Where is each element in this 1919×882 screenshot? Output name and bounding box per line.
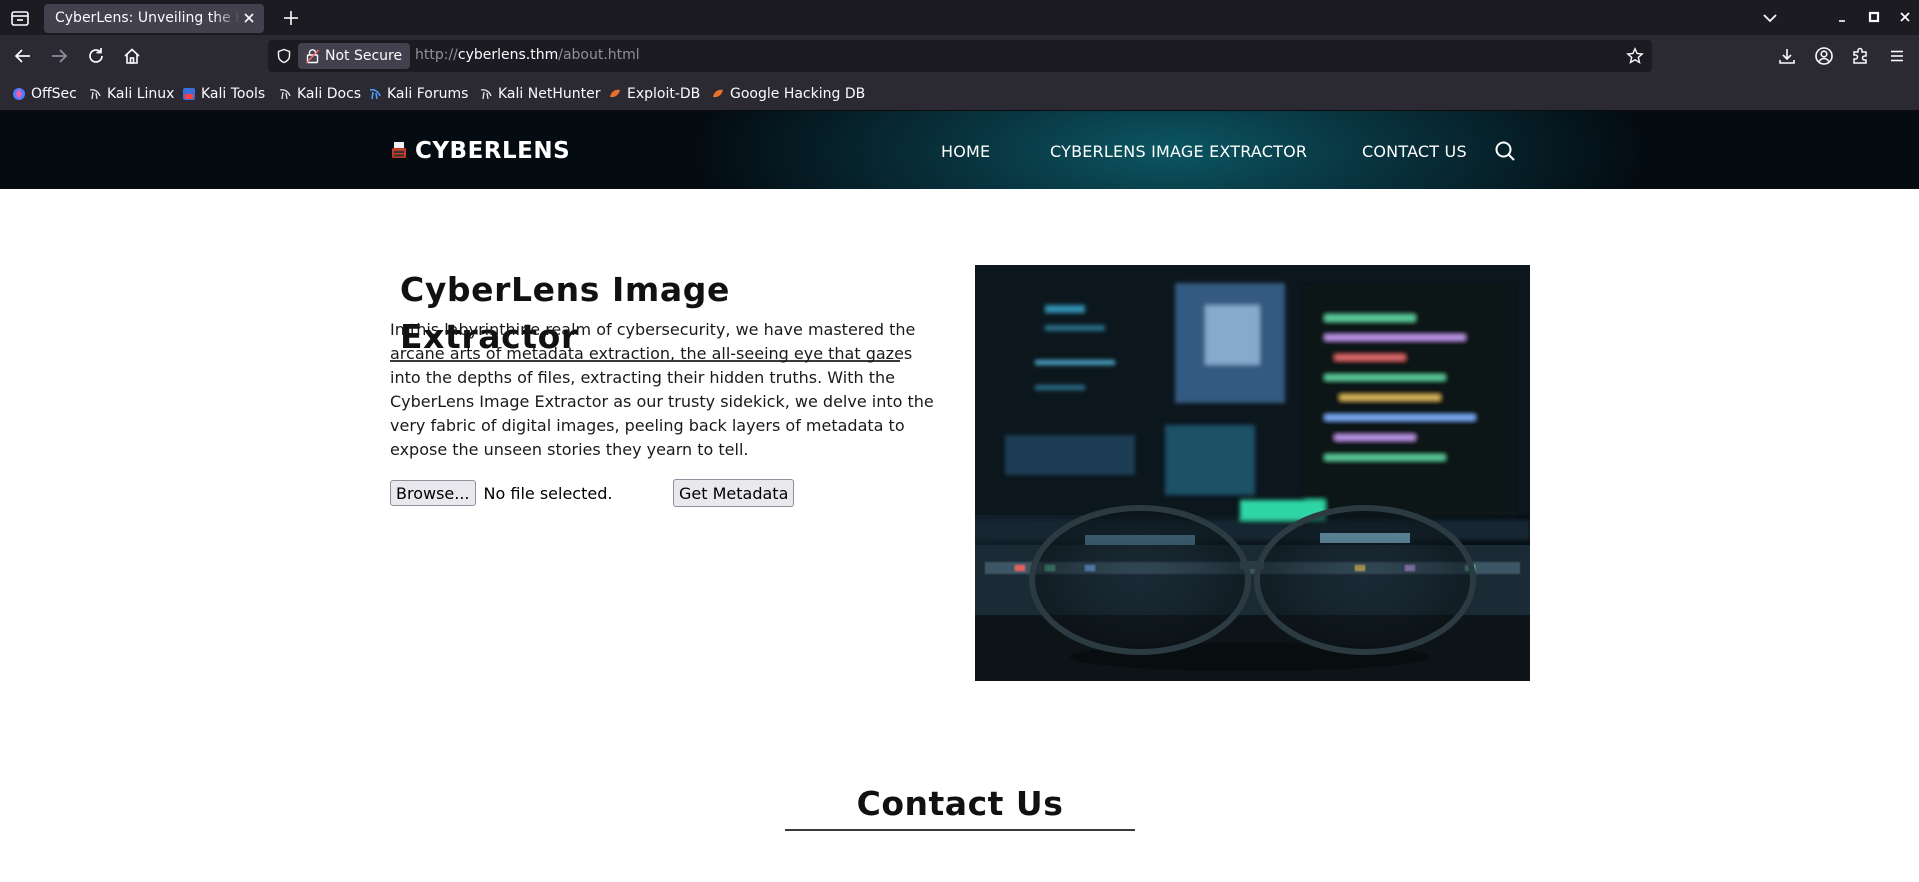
url-scheme: http:// xyxy=(415,47,458,63)
url-path: /about.html xyxy=(558,47,640,63)
tab-list-icon[interactable] xyxy=(8,6,32,30)
kali-forums-icon xyxy=(369,89,381,100)
downloads-icon[interactable] xyxy=(1776,45,1798,67)
security-label: Not Secure xyxy=(325,48,403,64)
kali-dragon-icon xyxy=(279,89,291,100)
get-metadata-button[interactable]: Get Metadata xyxy=(673,479,795,507)
back-arrow-icon[interactable] xyxy=(12,45,34,67)
bookmark-kali-docs[interactable]: Kali Docs xyxy=(278,85,361,103)
home-icon[interactable] xyxy=(121,45,143,67)
bookmark-exploit-db[interactable]: Exploit-DB xyxy=(608,85,700,103)
bookmark-kali-linux[interactable]: Kali Linux xyxy=(88,85,174,103)
browser-nav-bar: Not Secure http://cyberlens.thm/about.ht… xyxy=(0,35,1919,77)
close-window-icon[interactable] xyxy=(1895,7,1915,27)
file-upload-field[interactable]: Browse... No file selected. xyxy=(390,479,684,507)
browser-tab-bar: CyberLens: Unveiling the Hidden Matrix xyxy=(0,0,1919,35)
kali-tools-icon xyxy=(183,88,195,100)
site-logo[interactable]: CYBERLENS xyxy=(390,137,570,165)
bookmarks-toolbar: OffSec Kali Linux Kali Tools Kali Docs K… xyxy=(0,77,1919,111)
file-status-text: No file selected. xyxy=(483,483,613,503)
list-all-tabs-icon[interactable] xyxy=(1760,8,1780,28)
bookmark-offsec[interactable]: OffSec xyxy=(12,85,77,103)
minimize-window-icon[interactable] xyxy=(1833,7,1853,27)
tab-title: CyberLens: Unveiling the Hidden Matrix xyxy=(55,10,240,26)
browse-file-button[interactable]: Browse... xyxy=(390,480,476,506)
url-host: cyberlens.thm xyxy=(457,47,559,63)
offsec-icon xyxy=(13,88,25,100)
maximize-window-icon[interactable] xyxy=(1864,7,1884,27)
nav-link-home[interactable]: HOME xyxy=(941,142,990,161)
tracking-protection-shield-icon[interactable] xyxy=(276,48,292,64)
extensions-puzzle-icon[interactable] xyxy=(1849,45,1871,67)
bookmark-star-icon[interactable] xyxy=(1626,47,1644,65)
new-tab-icon[interactable] xyxy=(280,7,302,29)
insecure-lock-icon xyxy=(305,49,320,64)
close-tab-icon[interactable] xyxy=(240,9,258,27)
bookmark-kali-nethunter[interactable]: Kali NetHunter xyxy=(479,85,600,103)
site-header: CYBERLENS HOME CYBERLENS IMAGE EXTRACTOR… xyxy=(0,111,1919,189)
code-screen-glasses-image xyxy=(975,265,1530,681)
forward-arrow-icon[interactable] xyxy=(48,45,70,67)
kali-dragon-icon xyxy=(89,89,101,100)
bookmark-kali-tools[interactable]: Kali Tools xyxy=(182,85,265,103)
search-icon[interactable] xyxy=(1493,139,1517,163)
app-menu-hamburger-icon[interactable] xyxy=(1886,45,1908,67)
account-icon[interactable] xyxy=(1813,45,1835,67)
kali-dragon-icon xyxy=(480,89,492,100)
about-paragraph: In this labyrinthine realm of cybersecur… xyxy=(390,320,934,459)
url-bar[interactable]: Not Secure http://cyberlens.thm/about.ht… xyxy=(268,40,1652,72)
exploit-db-icon xyxy=(610,89,620,98)
bookmark-google-hacking-db[interactable]: Google Hacking DB xyxy=(711,85,865,103)
site-security-indicator[interactable]: Not Secure xyxy=(298,43,411,69)
active-tab[interactable]: CyberLens: Unveiling the Hidden Matrix xyxy=(44,4,264,33)
contact-title-underline: Contact Us xyxy=(785,779,1135,831)
web-page-viewport: CYBERLENS HOME CYBERLENS IMAGE EXTRACTOR… xyxy=(0,111,1919,882)
url-text[interactable]: http://cyberlens.thm/about.html xyxy=(415,47,640,63)
exploit-db-icon xyxy=(713,89,723,98)
bookmark-kali-forums[interactable]: Kali Forums xyxy=(368,85,468,103)
logo-text: CYBERLENS xyxy=(415,138,571,164)
contact-title: Contact Us xyxy=(856,784,1064,823)
nav-link-contact-us[interactable]: CONTACT US xyxy=(1362,142,1467,161)
reload-icon[interactable] xyxy=(85,45,107,67)
nav-link-image-extractor[interactable]: CYBERLENS IMAGE EXTRACTOR xyxy=(1050,142,1307,161)
typewriter-logo-icon xyxy=(392,142,406,158)
